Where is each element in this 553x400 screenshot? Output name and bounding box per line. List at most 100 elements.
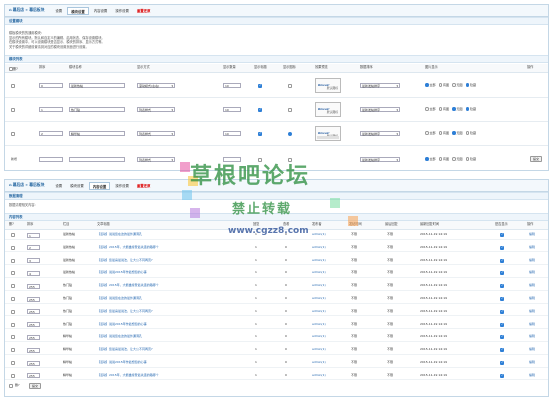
edit-link[interactable]: 编辑 <box>529 271 535 275</box>
visible-checkbox[interactable] <box>500 322 504 327</box>
new-mode-select[interactable]: 列表样式 <box>137 157 175 162</box>
row-checkbox[interactable] <box>11 108 15 112</box>
author-link[interactable]: admin(1) <box>312 271 326 275</box>
img-option[interactable]: 有图 <box>438 131 449 135</box>
order-input[interactable]: 0 <box>39 83 63 88</box>
visible-checkbox[interactable] <box>500 309 504 314</box>
order-input[interactable]: 2 <box>39 131 63 136</box>
author-link[interactable]: admin(1) <box>312 296 326 301</box>
post-title-link[interactable]: 【活动】说说2015年作最想您的心事 <box>97 322 147 327</box>
row-checkbox[interactable] <box>11 297 15 301</box>
row-checkbox[interactable] <box>11 322 15 327</box>
name-input[interactable]: 精华帖 <box>69 131 125 136</box>
order-input[interactable]: 2 <box>27 245 40 251</box>
row-checkbox[interactable] <box>11 132 15 136</box>
breadcrumb[interactable]: ⌂ 幕后店 » 幕后板块 <box>9 8 44 13</box>
visible-checkbox[interactable] <box>500 233 504 237</box>
row-checkbox[interactable] <box>11 245 15 250</box>
order-input[interactable]: 1 <box>39 107 63 112</box>
tab-module-settings[interactable]: 模块设置 <box>67 6 89 15</box>
visible-checkbox[interactable] <box>500 335 504 340</box>
row-checkbox[interactable] <box>11 373 15 378</box>
order-input[interactable]: 255 <box>27 322 40 328</box>
visible-checkbox[interactable] <box>500 245 504 250</box>
row-checkbox[interactable] <box>11 284 15 289</box>
author-link[interactable]: admin(1) <box>312 348 326 352</box>
visible-checkbox[interactable] <box>500 258 504 263</box>
new-show-icon-checkbox[interactable] <box>288 158 292 162</box>
post-title-link[interactable]: 【活动】2015年，大能雄摩登最关连的路哪个 <box>97 373 159 378</box>
edit-link[interactable]: 编辑 <box>529 322 535 327</box>
img-option[interactable]: 全部 <box>425 83 436 87</box>
visible-checkbox[interactable] <box>500 373 504 378</box>
tab-reset[interactable]: 重置还原 <box>134 7 154 15</box>
author-link[interactable]: admin(1) <box>312 258 326 263</box>
post-title-link[interactable]: 【活动】说说2015年作最想您的心事 <box>97 360 147 365</box>
sort-select[interactable]: 最新发帖排序 <box>360 83 400 88</box>
edit-link[interactable]: 编辑 <box>529 309 535 314</box>
visible-checkbox[interactable] <box>500 284 504 289</box>
post-title-link[interactable]: 【活动】2015年，大能雄摩登最关连的路哪个 <box>97 284 159 288</box>
show-icon-checkbox[interactable] <box>288 84 292 88</box>
breadcrumb[interactable]: ⌂ 幕后店 » 幕后板块 <box>9 183 44 188</box>
tab-settings[interactable]: 设置 <box>52 7 65 15</box>
author-link[interactable]: admin(1) <box>312 284 326 288</box>
tab-module-settings[interactable]: 模块设置 <box>67 182 87 190</box>
order-input[interactable]: 255 <box>27 360 40 366</box>
author-link[interactable]: admin(1) <box>312 360 326 365</box>
post-title-link[interactable]: 【活动】说说2015年作最想您的心事 <box>97 271 147 275</box>
post-title-link[interactable]: 【活动】说说您在这的最外漏洞孔 <box>97 232 142 237</box>
img-option[interactable]: 全部 <box>425 157 436 161</box>
img-option[interactable]: 隐藏 <box>465 157 476 161</box>
img-option[interactable]: 无图 <box>452 107 463 111</box>
visible-checkbox[interactable] <box>500 271 504 276</box>
img-option[interactable]: 隐藏 <box>465 131 476 135</box>
order-input[interactable]: 4 <box>27 270 40 276</box>
row-checkbox[interactable] <box>11 271 15 276</box>
img-option[interactable]: 无图 <box>452 83 463 87</box>
post-title-link[interactable]: 【活动】您最喜最说法，让大公不同两页? <box>97 348 153 352</box>
image-options[interactable]: 全部 有图 无图 隐藏 <box>425 83 476 87</box>
mode-select[interactable]: 滚动模式(左右) <box>137 83 175 88</box>
edit-link[interactable]: 编辑 <box>529 284 535 288</box>
count-input[interactable]: 10 <box>223 83 241 88</box>
new-image-options[interactable]: 全部 有图 无图 隐藏 <box>425 157 476 161</box>
submit-button[interactable]: 提交 <box>29 383 41 389</box>
new-sort-select[interactable]: 最新发帖排序 <box>360 157 400 162</box>
row-checkbox[interactable] <box>11 258 15 263</box>
count-input[interactable]: 10 <box>223 107 241 112</box>
sort-select[interactable]: 最新发帖排序 <box>360 131 400 136</box>
order-input[interactable]: 255 <box>27 373 40 379</box>
row-checkbox[interactable] <box>11 84 15 88</box>
post-title-link[interactable]: 【活动】您最喜最说法，让大公不同两页? <box>97 309 153 314</box>
edit-link[interactable]: 编辑 <box>529 348 535 352</box>
show-icon-checkbox[interactable] <box>288 108 292 112</box>
new-count-input[interactable] <box>223 157 241 162</box>
author-link[interactable]: admin(1) <box>312 245 326 250</box>
img-option[interactable]: 隐藏 <box>465 83 476 87</box>
row-checkbox[interactable] <box>11 348 15 353</box>
edit-link[interactable]: 编辑 <box>529 245 535 250</box>
edit-link[interactable]: 编辑 <box>529 360 535 365</box>
img-option[interactable]: 有图 <box>438 107 449 111</box>
order-input[interactable]: 255 <box>27 334 40 340</box>
tab-operation-settings[interactable]: 操作设置 <box>112 7 132 15</box>
show-title-checkbox[interactable] <box>258 108 262 112</box>
visible-checkbox[interactable] <box>500 297 504 301</box>
post-title-link[interactable]: 【活动】说说您在这的最外漏洞孔 <box>97 335 142 339</box>
author-link[interactable]: admin(1) <box>312 373 326 378</box>
row-checkbox[interactable] <box>11 233 15 237</box>
edit-link[interactable]: 编辑 <box>529 296 535 301</box>
tab-settings[interactable]: 设置 <box>52 182 65 190</box>
image-options[interactable]: 全部 有图 无图 隐藏 <box>425 107 476 111</box>
submit-button[interactable]: 提交 <box>530 156 542 162</box>
show-icon-toggle[interactable] <box>288 132 292 136</box>
row-checkbox[interactable] <box>11 335 15 340</box>
edit-link[interactable]: 编辑 <box>529 258 535 263</box>
image-options[interactable]: 全部 有图 无图 隐藏 <box>425 131 476 135</box>
mode-select[interactable]: 列表样式 <box>137 131 175 136</box>
post-title-link[interactable]: 【活动】您最喜最说法，让大公不同两页? <box>97 258 153 263</box>
visible-checkbox[interactable] <box>500 348 504 353</box>
new-show-title-checkbox[interactable] <box>258 158 262 162</box>
name-input[interactable]: 最新热帖 <box>69 83 125 88</box>
